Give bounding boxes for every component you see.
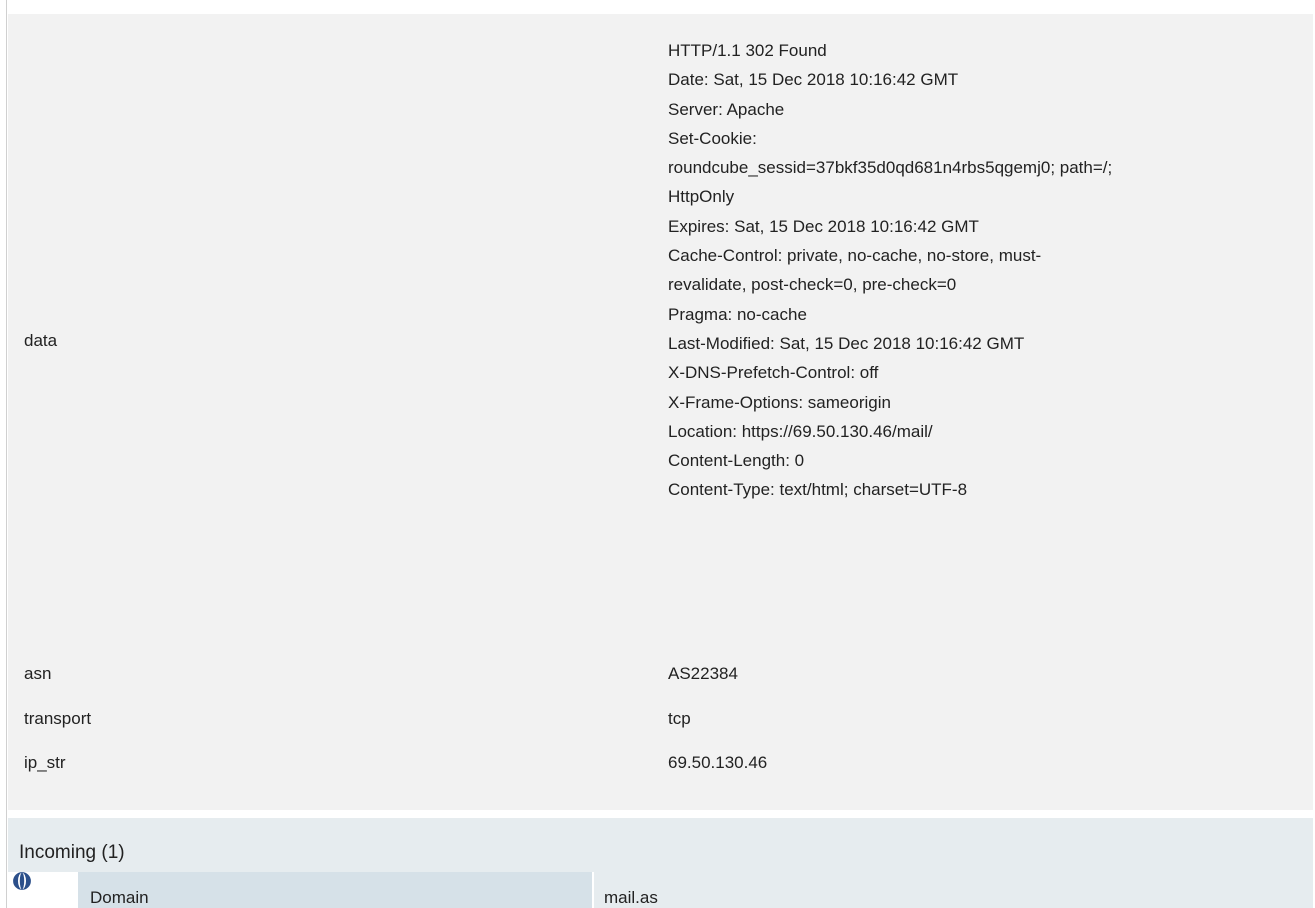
header-line: Pragma: no-cache	[668, 304, 807, 324]
property-row-asn: asn AS22384	[8, 664, 1313, 694]
property-key-transport: transport	[24, 709, 92, 728]
header-line: Server: Apache	[668, 99, 785, 119]
header-line: Content-Type: text/html; charset=UTF-8	[668, 480, 968, 500]
property-key-asn: asn	[24, 664, 52, 683]
page: data HTTP/1.1 302 Found Date: Sat, 15 De…	[0, 0, 1315, 908]
header-line: roundcube_sessid=37bkf35d0qd681n4rbs5qge…	[668, 158, 1113, 178]
header-line: Last-Modified: Sat, 15 Dec 2018 10:16:42…	[668, 333, 1025, 353]
domain-label: Domain	[90, 888, 149, 907]
header-line: Expires: Sat, 15 Dec 2018 10:16:42 GMT	[668, 216, 979, 236]
property-key-data: data	[24, 331, 58, 350]
property-row-transport: transport tcp	[8, 709, 1313, 739]
incoming-title: Incoming (1)	[19, 842, 125, 863]
domain-value-cell[interactable]: mail.as	[594, 872, 1313, 908]
header-line: revalidate, post-check=0, pre-check=0	[668, 275, 957, 295]
incoming-section-header[interactable]: Incoming (1)	[8, 818, 1313, 872]
header-line: Cache-Control: private, no-cache, no-sto…	[668, 246, 1042, 266]
incoming-row-domain[interactable]: Domain mail.as	[8, 872, 1313, 908]
header-line: HttpOnly	[668, 187, 735, 207]
header-line: Set-Cookie:	[668, 128, 757, 148]
property-key-ip-str: ip_str	[24, 753, 66, 772]
header-line: X-Frame-Options: sameorigin	[668, 392, 891, 412]
left-divider	[6, 0, 7, 908]
property-row-data: data HTTP/1.1 302 Found Date: Sat, 15 De…	[8, 14, 1313, 614]
property-value-ip-str: 69.50.130.46	[668, 753, 768, 772]
header-line: HTTP/1.1 302 Found	[668, 41, 827, 60]
properties-panel: data HTTP/1.1 302 Found Date: Sat, 15 De…	[8, 14, 1313, 810]
header-line: Content-Length: 0	[668, 451, 805, 471]
property-row-ip-str: ip_str 69.50.130.46	[8, 753, 1313, 783]
property-value-asn: AS22384	[668, 664, 738, 683]
domain-value[interactable]: mail.as	[604, 888, 658, 908]
globe-icon	[13, 872, 31, 890]
domain-label-cell: Domain	[78, 872, 592, 908]
header-line: X-DNS-Prefetch-Control: off	[668, 363, 879, 383]
property-value-transport: tcp	[668, 709, 691, 728]
header-line: Date: Sat, 15 Dec 2018 10:16:42 GMT	[668, 70, 959, 90]
header-line: Location: https://69.50.130.46/mail/	[668, 421, 933, 441]
property-value-data: HTTP/1.1 302 Found Date: Sat, 15 Dec 201…	[668, 36, 1308, 505]
